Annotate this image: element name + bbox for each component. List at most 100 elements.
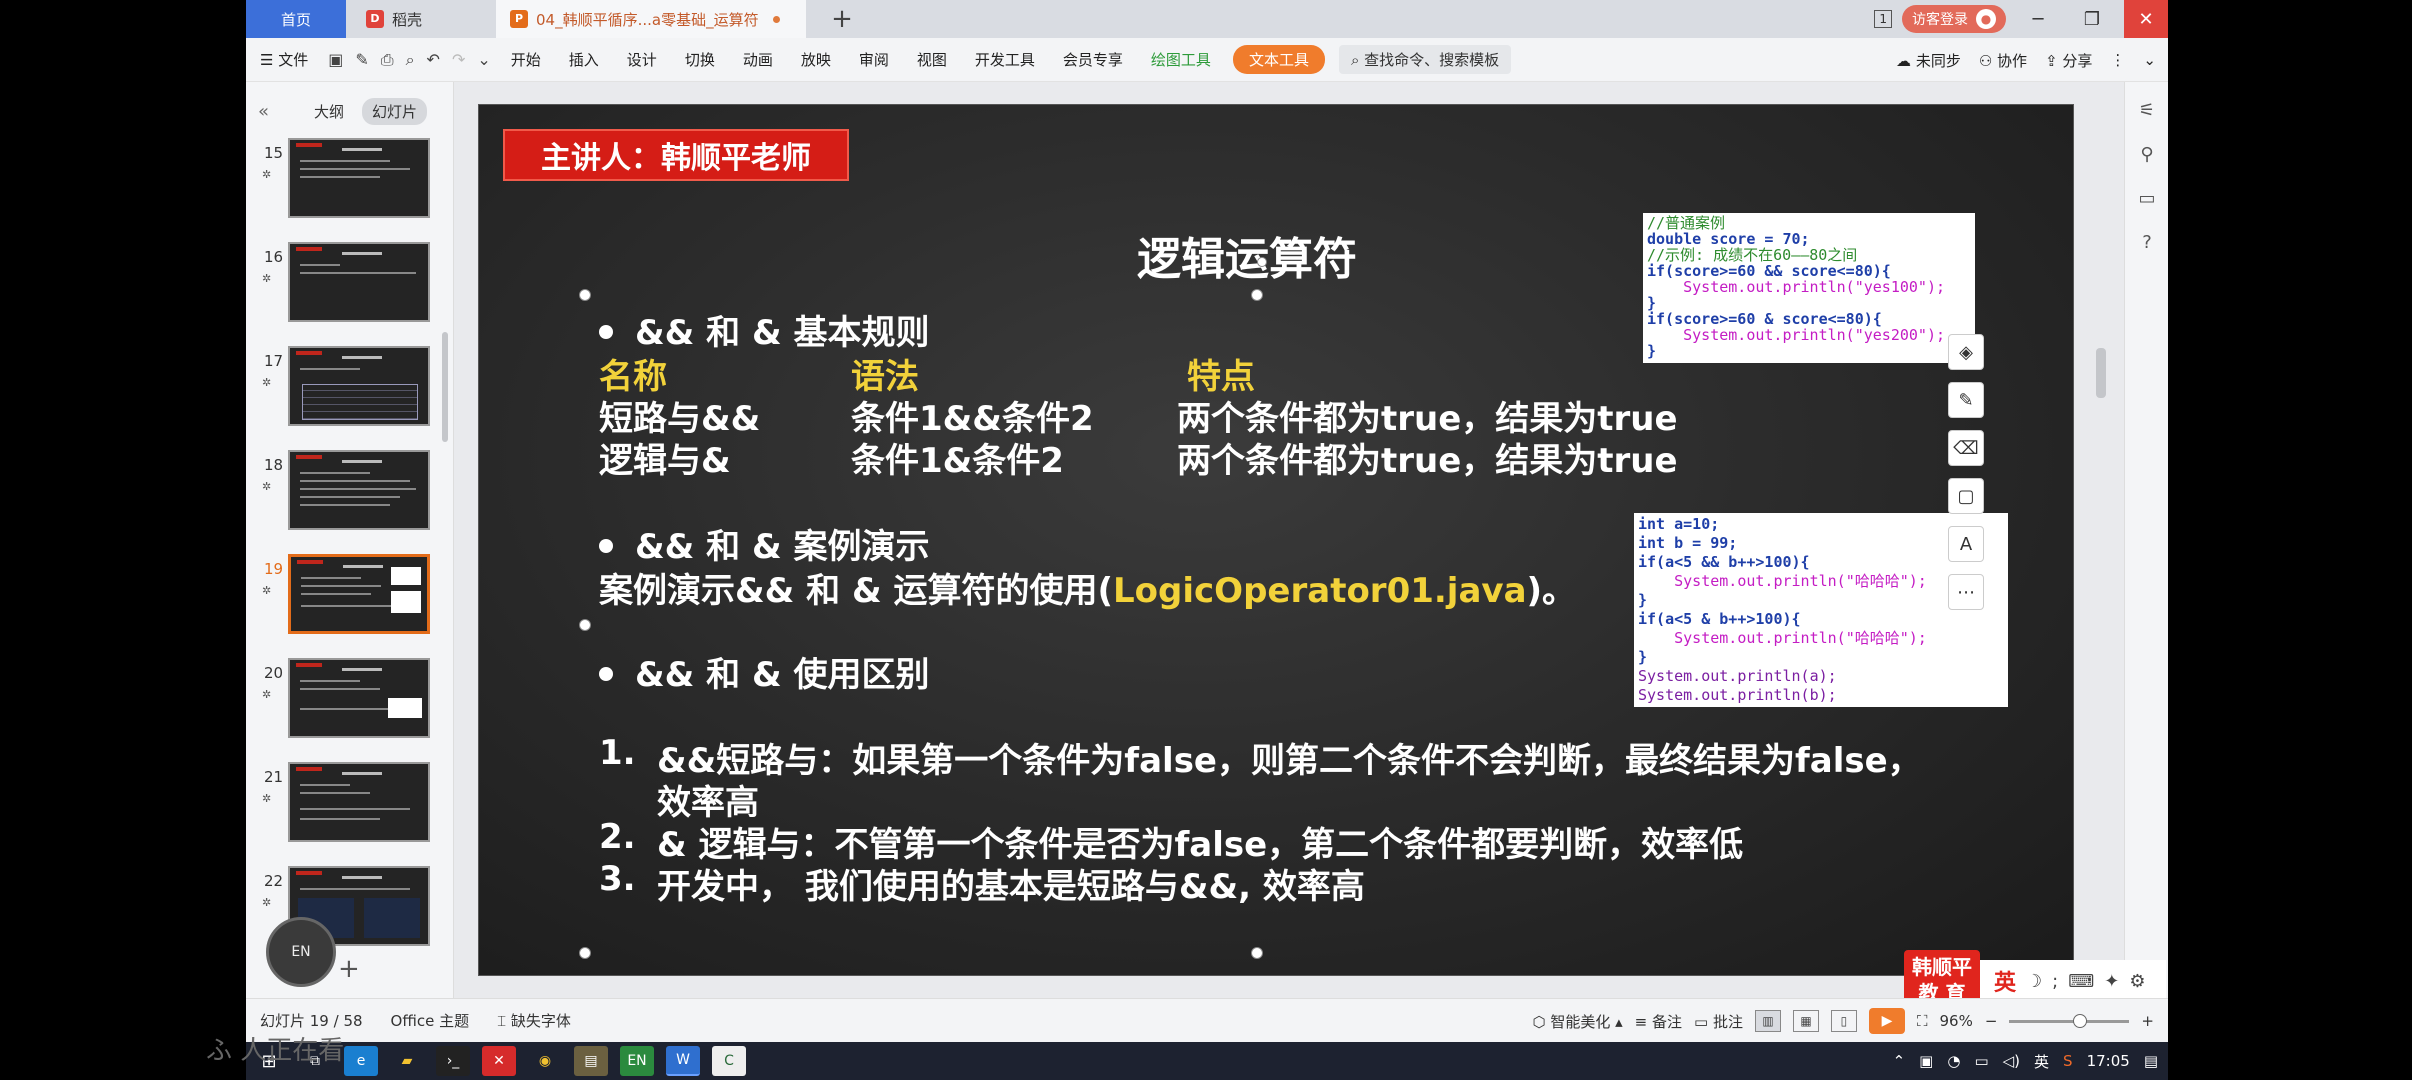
camtasia-icon[interactable]: C bbox=[712, 1046, 746, 1076]
properties-icon[interactable]: ⚟ bbox=[2125, 88, 2168, 132]
network-icon[interactable]: ◔ bbox=[1947, 1052, 1960, 1070]
tab-slides[interactable]: 幻灯片 bbox=[362, 97, 428, 125]
comment-icon[interactable]: ▭ bbox=[2125, 176, 2168, 220]
slide-thumbnail[interactable]: 20 ✲ bbox=[246, 658, 446, 746]
selection-handle[interactable] bbox=[579, 947, 591, 959]
reading-view-icon[interactable]: ▯ bbox=[1830, 1010, 1857, 1032]
keyboard-icon[interactable]: ⌨ bbox=[2068, 971, 2094, 992]
xmind-icon[interactable]: ✕ bbox=[482, 1046, 516, 1076]
slide-thumbnail[interactable]: 17 ✲ bbox=[246, 346, 446, 434]
edge-icon[interactable]: e bbox=[344, 1046, 378, 1076]
minimize-button[interactable]: ─ bbox=[2016, 0, 2060, 38]
volume-icon[interactable]: ◁) bbox=[2003, 1052, 2020, 1070]
selection-handle[interactable] bbox=[579, 289, 591, 301]
file-explorer-icon[interactable]: ▰ bbox=[390, 1046, 424, 1076]
sync-status[interactable]: ☁ 未同步 bbox=[1896, 50, 1961, 71]
ribbon-tab-drawing-tools[interactable]: 绘图工具 bbox=[1137, 49, 1225, 70]
taskbar-language[interactable]: 英 bbox=[2034, 1051, 2049, 1072]
slide-title[interactable]: 逻辑运算符 bbox=[947, 223, 1547, 287]
slide-thumbnail[interactable]: 16 ✲ bbox=[246, 242, 446, 330]
undo-icon[interactable]: ↶ bbox=[421, 50, 446, 69]
notes-app-icon[interactable]: ▤ bbox=[574, 1046, 608, 1076]
ime-floating-button[interactable]: EN bbox=[266, 917, 336, 987]
canvas-scrollbar[interactable] bbox=[2096, 348, 2106, 398]
ribbon-tab-text-tools[interactable]: 文本工具 bbox=[1232, 45, 1325, 74]
selection-handle[interactable] bbox=[579, 619, 591, 631]
ribbon-tab-transition[interactable]: 切换 bbox=[671, 49, 729, 70]
restore-button[interactable]: ❐ bbox=[2070, 0, 2114, 38]
missing-font-button[interactable]: ⌶ 缺失字体 bbox=[483, 1010, 585, 1031]
zoom-out-button[interactable]: − bbox=[1985, 1012, 1998, 1030]
pen-icon[interactable]: ✎ bbox=[1948, 382, 1984, 418]
bullet-difference[interactable]: && 和 & 使用区别 bbox=[599, 647, 929, 696]
tray-expand-icon[interactable]: ⌃ bbox=[1893, 1052, 1906, 1070]
normal-view-icon[interactable]: ▥ bbox=[1754, 1010, 1781, 1032]
sorter-view-icon[interactable]: ▦ bbox=[1792, 1010, 1819, 1032]
redo-icon[interactable]: ↷ bbox=[446, 50, 471, 69]
rotate-handle[interactable] bbox=[1257, 257, 1267, 267]
theme-name[interactable]: Office 主题 bbox=[377, 1010, 484, 1031]
ribbon-tab-view[interactable]: 视图 bbox=[903, 49, 961, 70]
tray-app-icon[interactable]: ▣ bbox=[1919, 1052, 1933, 1070]
bullet-demo[interactable]: && 和 & 案例演示 bbox=[599, 519, 929, 568]
ribbon-tab-developer[interactable]: 开发工具 bbox=[961, 49, 1049, 70]
clock[interactable]: 17:05 bbox=[2087, 1052, 2130, 1070]
ime-toolbar[interactable]: 英 ☽ ; ⌨ ✦ ⚙ bbox=[1980, 960, 2166, 1002]
tab-document[interactable]: P 04_韩顺平循序...a零基础_运算符 bbox=[496, 0, 806, 38]
command-search[interactable]: ⌕ 查找命令、搜索模板 bbox=[1338, 45, 1512, 74]
slide-thumbnail[interactable]: 15 ✲ bbox=[246, 138, 446, 226]
pin-icon[interactable]: ⚲ bbox=[2125, 132, 2168, 176]
file-menu[interactable]: ☰ 文件 bbox=[246, 49, 322, 70]
code-snippet-score[interactable]: //普通案例 double score = 70; //示例: 成绩不在60——… bbox=[1643, 213, 1975, 363]
terminal-icon[interactable]: ›_ bbox=[436, 1046, 470, 1076]
text-style-icon[interactable]: A bbox=[1948, 526, 1984, 562]
help-icon[interactable]: ? bbox=[2125, 220, 2168, 264]
slide-thumbnail[interactable]: 21 ✲ bbox=[246, 762, 446, 850]
sogou-icon[interactable]: S bbox=[2063, 1052, 2073, 1070]
ime-app-icon[interactable]: EN bbox=[620, 1046, 654, 1076]
add-slide-button[interactable]: + bbox=[338, 954, 360, 984]
ribbon-tab-animation[interactable]: 动画 bbox=[729, 49, 787, 70]
tab-daoke[interactable]: D 稻壳 bbox=[346, 0, 496, 38]
window-count-badge[interactable]: 1 bbox=[1874, 10, 1892, 28]
zoom-slider[interactable] bbox=[2009, 1013, 2130, 1028]
format-painter-icon[interactable]: ✎ bbox=[349, 50, 374, 69]
chrome-icon[interactable]: ◉ bbox=[528, 1046, 562, 1076]
wps-presentation-icon[interactable]: W bbox=[666, 1046, 700, 1076]
thumbnail-scrollbar[interactable] bbox=[442, 332, 448, 442]
more-quick-icon[interactable]: ⌄ bbox=[471, 50, 496, 69]
zoom-in-button[interactable]: + bbox=[2141, 1012, 2154, 1030]
tab-outline[interactable]: 大纲 bbox=[306, 98, 352, 125]
skin-icon[interactable]: ✦ bbox=[2104, 971, 2119, 992]
punctuation-icon[interactable]: ; bbox=[2052, 971, 2058, 992]
current-slide[interactable]: 主讲人：韩顺平老师 逻辑运算符 && 和 & 基本规则 名称 语法 特点 短路与… bbox=[478, 104, 2074, 976]
preview-icon[interactable]: ⌕ bbox=[400, 50, 421, 70]
settings-icon[interactable]: ⚙ bbox=[2129, 971, 2145, 992]
ribbon-tab-member[interactable]: 会员专享 bbox=[1049, 49, 1137, 70]
moon-icon[interactable]: ☽ bbox=[2026, 971, 2042, 992]
more-tools-icon[interactable]: ⋯ bbox=[1948, 574, 1984, 610]
battery-icon[interactable]: ▭ bbox=[1974, 1052, 1988, 1070]
ribbon-tab-insert[interactable]: 插入 bbox=[555, 49, 613, 70]
collapse-panel-icon[interactable]: « bbox=[258, 101, 282, 122]
new-tab-button[interactable]: + bbox=[824, 0, 860, 38]
ime-language[interactable]: 英 bbox=[1994, 965, 2016, 997]
bullet-basic-rules[interactable]: && 和 & 基本规则 bbox=[599, 305, 929, 354]
selection-handle[interactable] bbox=[1251, 289, 1263, 301]
slide-thumbnail[interactable]: 18 ✲ bbox=[246, 450, 446, 538]
ribbon-tab-start[interactable]: 开始 bbox=[497, 49, 555, 70]
eraser-icon[interactable]: ⌫ bbox=[1948, 430, 1984, 466]
zoom-slider-knob[interactable] bbox=[2073, 1013, 2088, 1028]
smart-beautify-button[interactable]: ⬡ 智能美化 ▴ bbox=[1532, 1011, 1622, 1032]
share-button[interactable]: ⇪ 分享 bbox=[2045, 50, 2092, 71]
more-icon[interactable]: ⋮ bbox=[2110, 51, 2125, 69]
notes-button[interactable]: ≡ 备注 bbox=[1635, 1011, 1682, 1032]
layers-icon[interactable]: ◈ bbox=[1948, 334, 1984, 370]
save-icon[interactable]: ▣ bbox=[322, 50, 349, 69]
ribbon-tab-review[interactable]: 审阅 bbox=[845, 49, 903, 70]
selection-handle[interactable] bbox=[1251, 947, 1263, 959]
close-button[interactable]: ✕ bbox=[2124, 0, 2168, 38]
zoom-level[interactable]: 96% bbox=[1940, 1012, 1973, 1030]
visitor-login-button[interactable]: 访客登录 ● bbox=[1902, 5, 2006, 33]
fit-window-icon[interactable]: ⛶ bbox=[1917, 1012, 1928, 1030]
